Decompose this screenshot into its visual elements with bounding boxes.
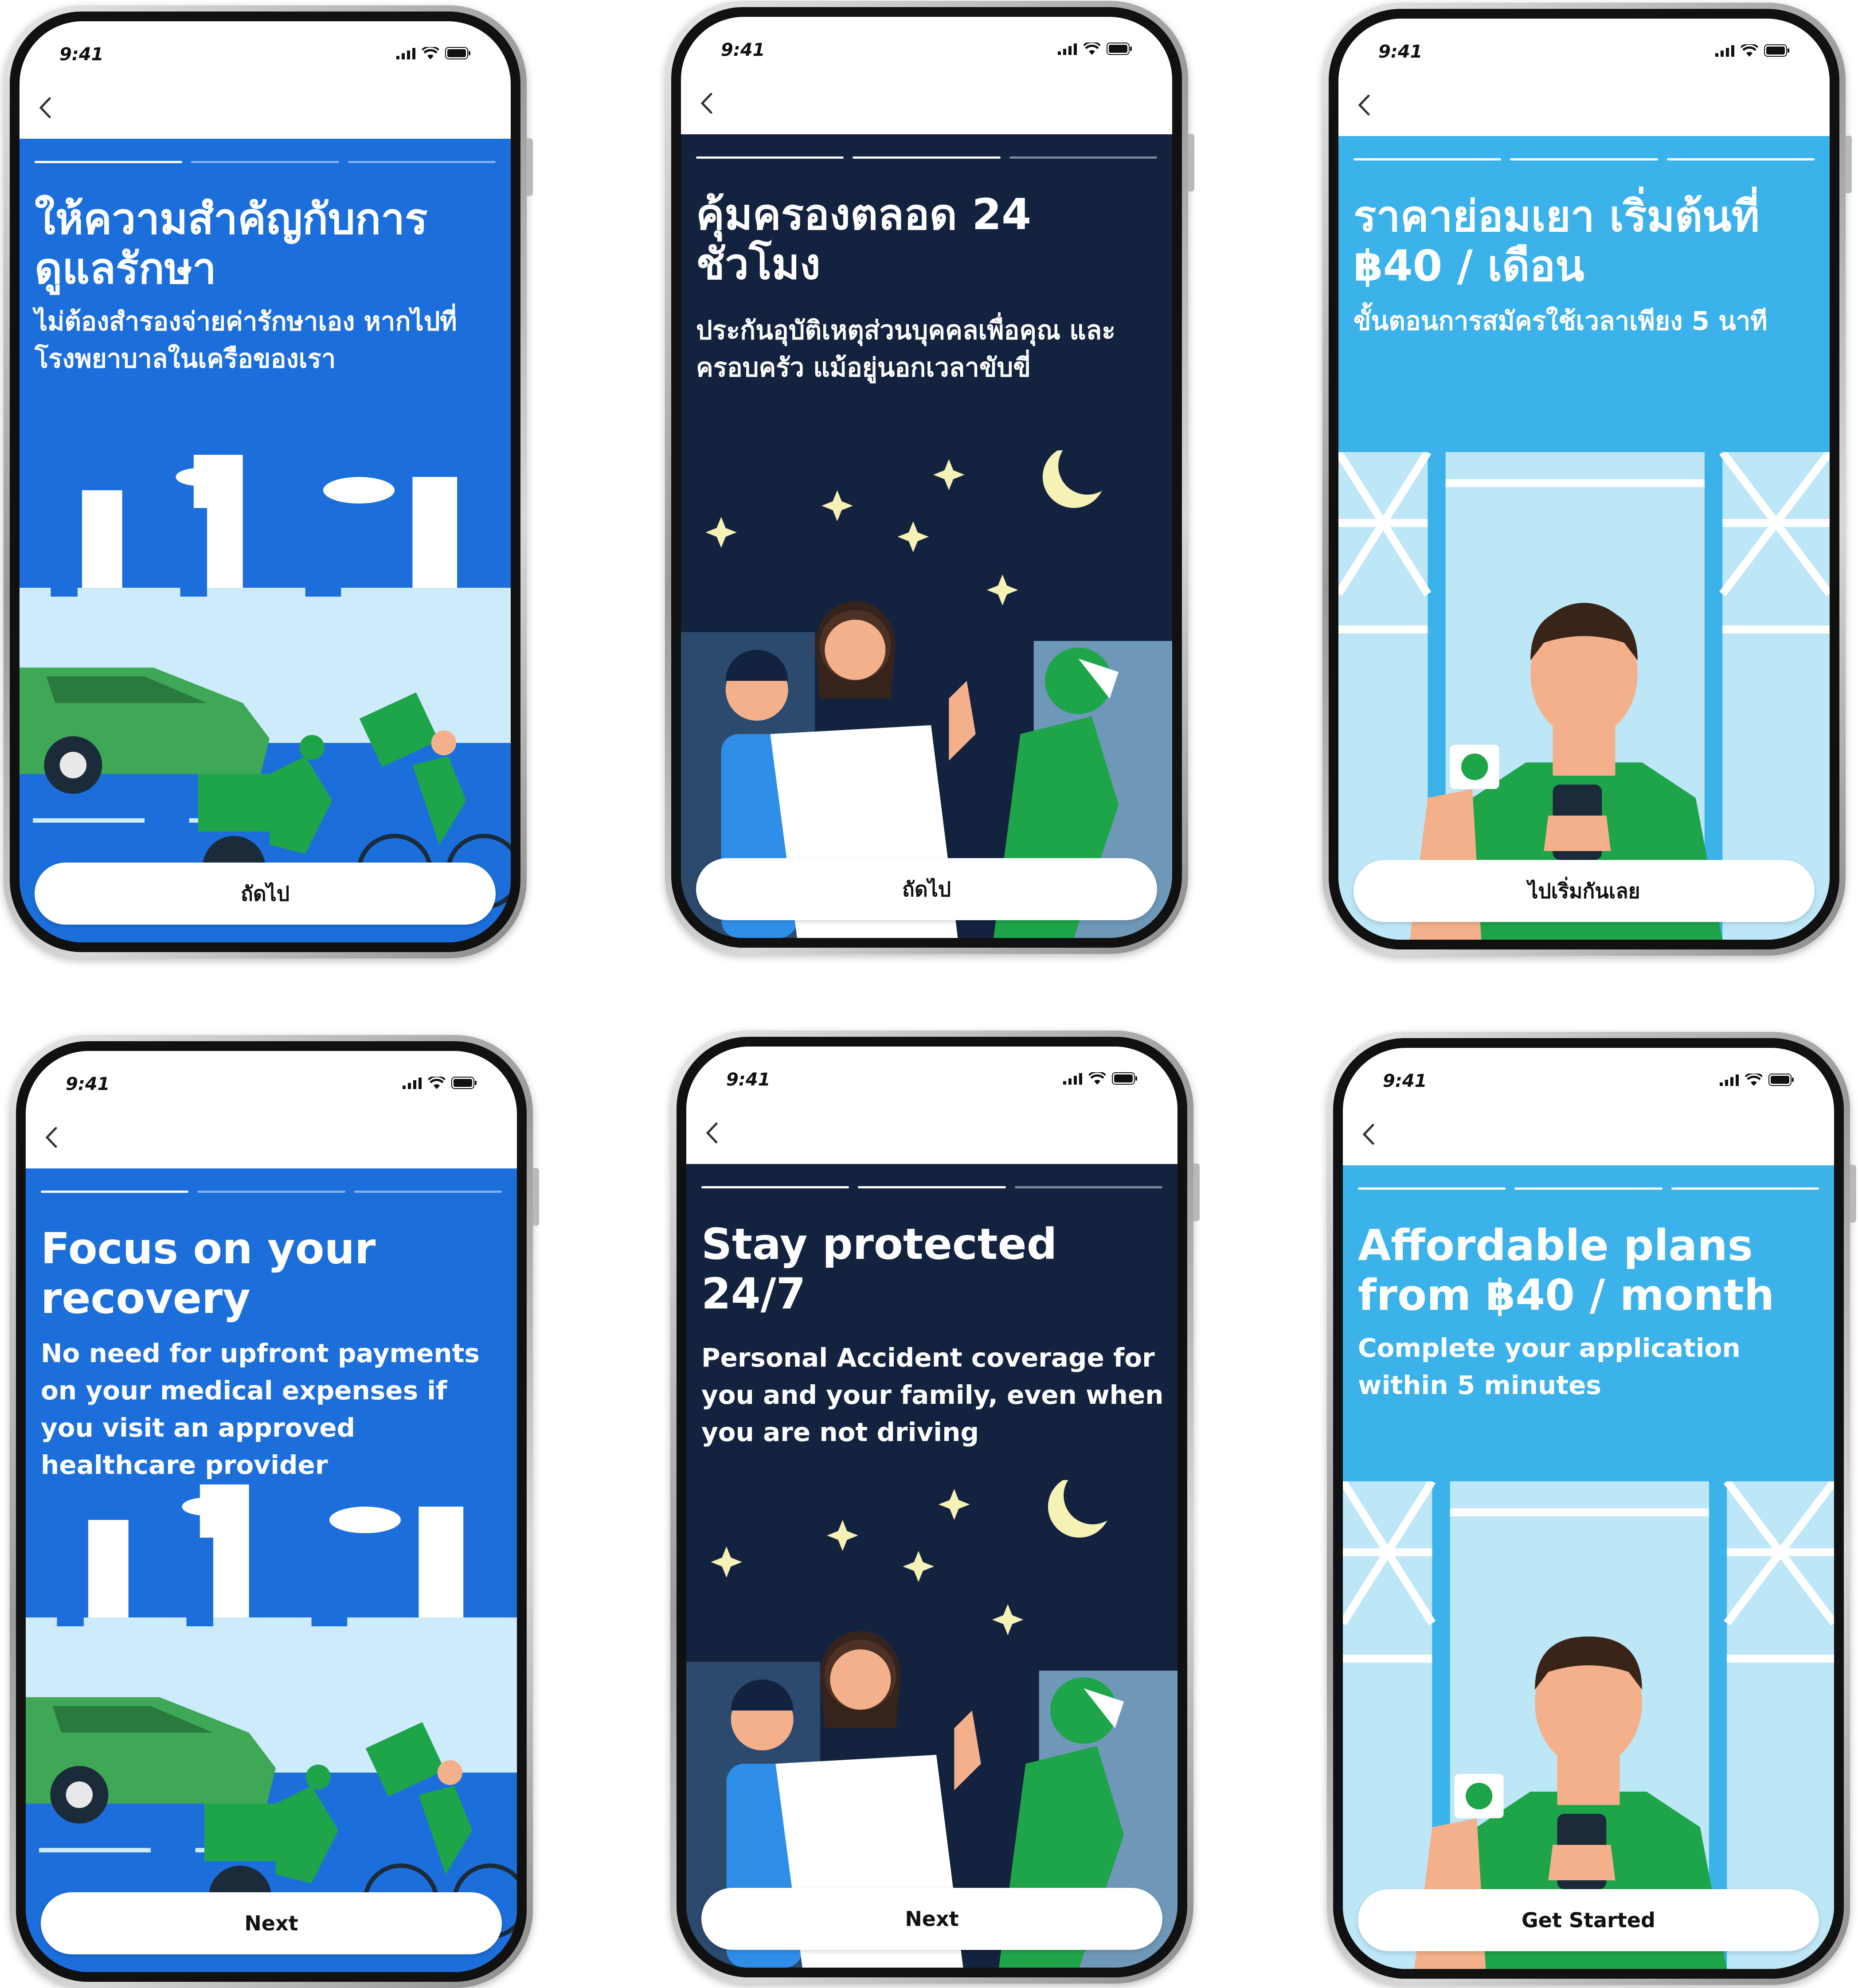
signal-icon [1720,1074,1739,1086]
onboarding-screen: 9:41 ราคาย่อมเยา เริ่มต้นที่ ฿40 / เดือน… [1338,19,1830,940]
onboarding-title: Affordable plans from ฿40 / month [1358,1221,1775,1320]
onboarding-content: ราคาย่อมเยา เริ่มต้นที่ ฿40 / เดือน ขั้น… [1338,136,1830,940]
battery-icon [1107,43,1132,55]
signal-icon [1063,1073,1082,1085]
onboarding-content: คุ้มครองตลอด 24 ชั่วโมง ประกันอุบัติเหตุ… [681,134,1172,938]
battery-icon [445,47,470,59]
back-arrow-icon[interactable] [37,97,53,119]
progress-step-3 [1009,156,1157,159]
progress-step-1 [1353,158,1502,160]
back-arrow-icon[interactable] [1361,1123,1377,1145]
onboarding-screen: 9:41 คุ้มครองตลอด 24 ชั่วโมง ประกันอุบัต… [681,17,1172,938]
status-bar: 9:41 [681,17,1172,66]
progress-step-3 [1014,1186,1162,1188]
get-started-button[interactable]: ไปเริ่มกันเลย [1353,860,1815,922]
phone-mockup: 9:41 Affordable plans from ฿40 / month C… [1327,1032,1856,1985]
progress-step-1 [1358,1187,1506,1190]
status-bar: 9:41 [1343,1048,1834,1097]
signal-icon [403,1078,422,1089]
next-button[interactable]: Next [41,1892,502,1954]
status-bar: 9:41 [686,1047,1177,1095]
signal-icon [1715,45,1734,57]
back-arrow-icon[interactable] [704,1122,720,1144]
status-bar: 9:41 [20,21,511,70]
onboarding-subtitle: No need for upfront payments on your med… [41,1338,480,1480]
wifi-icon [428,1077,445,1089]
progress-step-2 [1514,1187,1662,1190]
onboarding-screen: 9:41 Focus on your recovery No need for … [26,1051,517,1972]
status-bar: 9:41 [26,1051,517,1100]
wifi-icon [1084,43,1100,55]
status-time: 9:41 [1378,42,1423,62]
signal-icon [396,48,415,59]
progress-step-3 [1666,158,1815,160]
get-started-button[interactable]: Get Started [1358,1889,1819,1951]
phone-mockup: 9:41 ราคาย่อมเยา เริ่มต้นที่ ฿40 / เดือน… [1322,3,1852,956]
back-arrow-icon[interactable] [1356,94,1372,116]
onboarding-content: Focus on your recovery No need for upfro… [26,1168,517,1972]
status-time: 9:41 [721,40,765,60]
wifi-icon [422,47,439,59]
status-time: 9:41 [59,44,104,65]
progress-step-2 [197,1191,345,1193]
wifi-icon [1089,1072,1106,1085]
progress-step-2 [191,161,339,163]
onboarding-screen: 9:41 Affordable plans from ฿40 / month C… [1343,1048,1834,1969]
next-button[interactable]: ถัดไป [696,858,1157,920]
progress-step-2 [1510,158,1658,160]
onboarding-title: ราคาย่อมเยา เริ่มต้นที่ ฿40 / เดือน [1353,191,1760,291]
step-progress [41,1191,502,1193]
progress-step-1 [701,1186,849,1188]
phone-mockup: 9:41 Focus on your recovery No need for … [10,1035,539,1988]
onboarding-subtitle: Personal Accident coverage for you and y… [701,1343,1164,1447]
wifi-icon [1745,1074,1762,1086]
battery-icon [1764,44,1789,57]
step-progress [1358,1187,1819,1190]
progress-step-2 [858,1186,1006,1188]
phone-mockup: 9:41 Stay protected 24/7 Personal Accide… [670,1031,1200,1984]
onboarding-title: Stay protected 24/7 [701,1219,1057,1319]
progress-step-1 [35,161,183,163]
step-progress [696,156,1157,159]
onboarding-title: Focus on your recovery [41,1224,376,1323]
step-progress [1353,158,1815,160]
phone-mockup: 9:41 คุ้มครองตลอด 24 ชั่วโมง ประกันอุบัต… [665,1,1194,954]
status-bar: 9:41 [1338,19,1830,67]
onboarding-subtitle: ไม่ต้องสำรองจ่ายค่ารักษาเอง หากไปที่ โรง… [35,306,457,374]
onboarding-content: Affordable plans from ฿40 / month Comple… [1343,1165,1834,1969]
progress-step-1 [696,156,844,159]
progress-step-2 [853,156,1001,159]
onboarding-content: Stay protected 24/7 Personal Accident co… [686,1164,1177,1968]
status-time: 9:41 [726,1070,771,1090]
status-time: 9:41 [66,1074,110,1094]
back-arrow-icon[interactable] [43,1126,59,1148]
progress-step-3 [1671,1187,1819,1190]
wifi-icon [1741,44,1758,57]
onboarding-subtitle: ขั้นตอนการสมัครใช้เวลาเพียง 5 นาที [1353,306,1768,336]
status-time: 9:41 [1383,1071,1427,1091]
onboarding-screen: 9:41 ให้ความสำคัญกับการ ดูแลรักษา ไม่ต้อ… [20,21,511,942]
onboarding-subtitle: ประกันอุบัติเหตุส่วนบุคคลเพื่อคุณ และครอ… [696,315,1116,383]
progress-step-3 [348,161,496,163]
progress-step-3 [354,1191,502,1193]
next-button[interactable]: Next [701,1888,1162,1950]
signal-icon [1058,43,1077,55]
battery-icon [451,1077,477,1089]
onboarding-subtitle: Complete your application within 5 minut… [1358,1333,1741,1400]
battery-icon [1112,1072,1137,1085]
back-arrow-icon[interactable] [699,92,715,114]
progress-step-1 [41,1191,189,1193]
step-progress [701,1186,1162,1188]
onboarding-content: ให้ความสำคัญกับการ ดูแลรักษา ไม่ต้องสำรอ… [20,139,511,942]
step-progress [35,161,496,163]
onboarding-title: ให้ความสำคัญกับการ ดูแลรักษา [35,194,428,293]
next-button[interactable]: ถัดไป [35,863,496,925]
onboarding-title: คุ้มครองตลอด 24 ชั่วโมง [696,190,1031,289]
phone-mockup: 9:41 ให้ความสำคัญกับการ ดูแลรักษา ไม่ต้อ… [4,5,533,958]
onboarding-screen: 9:41 Stay protected 24/7 Personal Accide… [686,1047,1177,1968]
battery-icon [1768,1074,1794,1086]
